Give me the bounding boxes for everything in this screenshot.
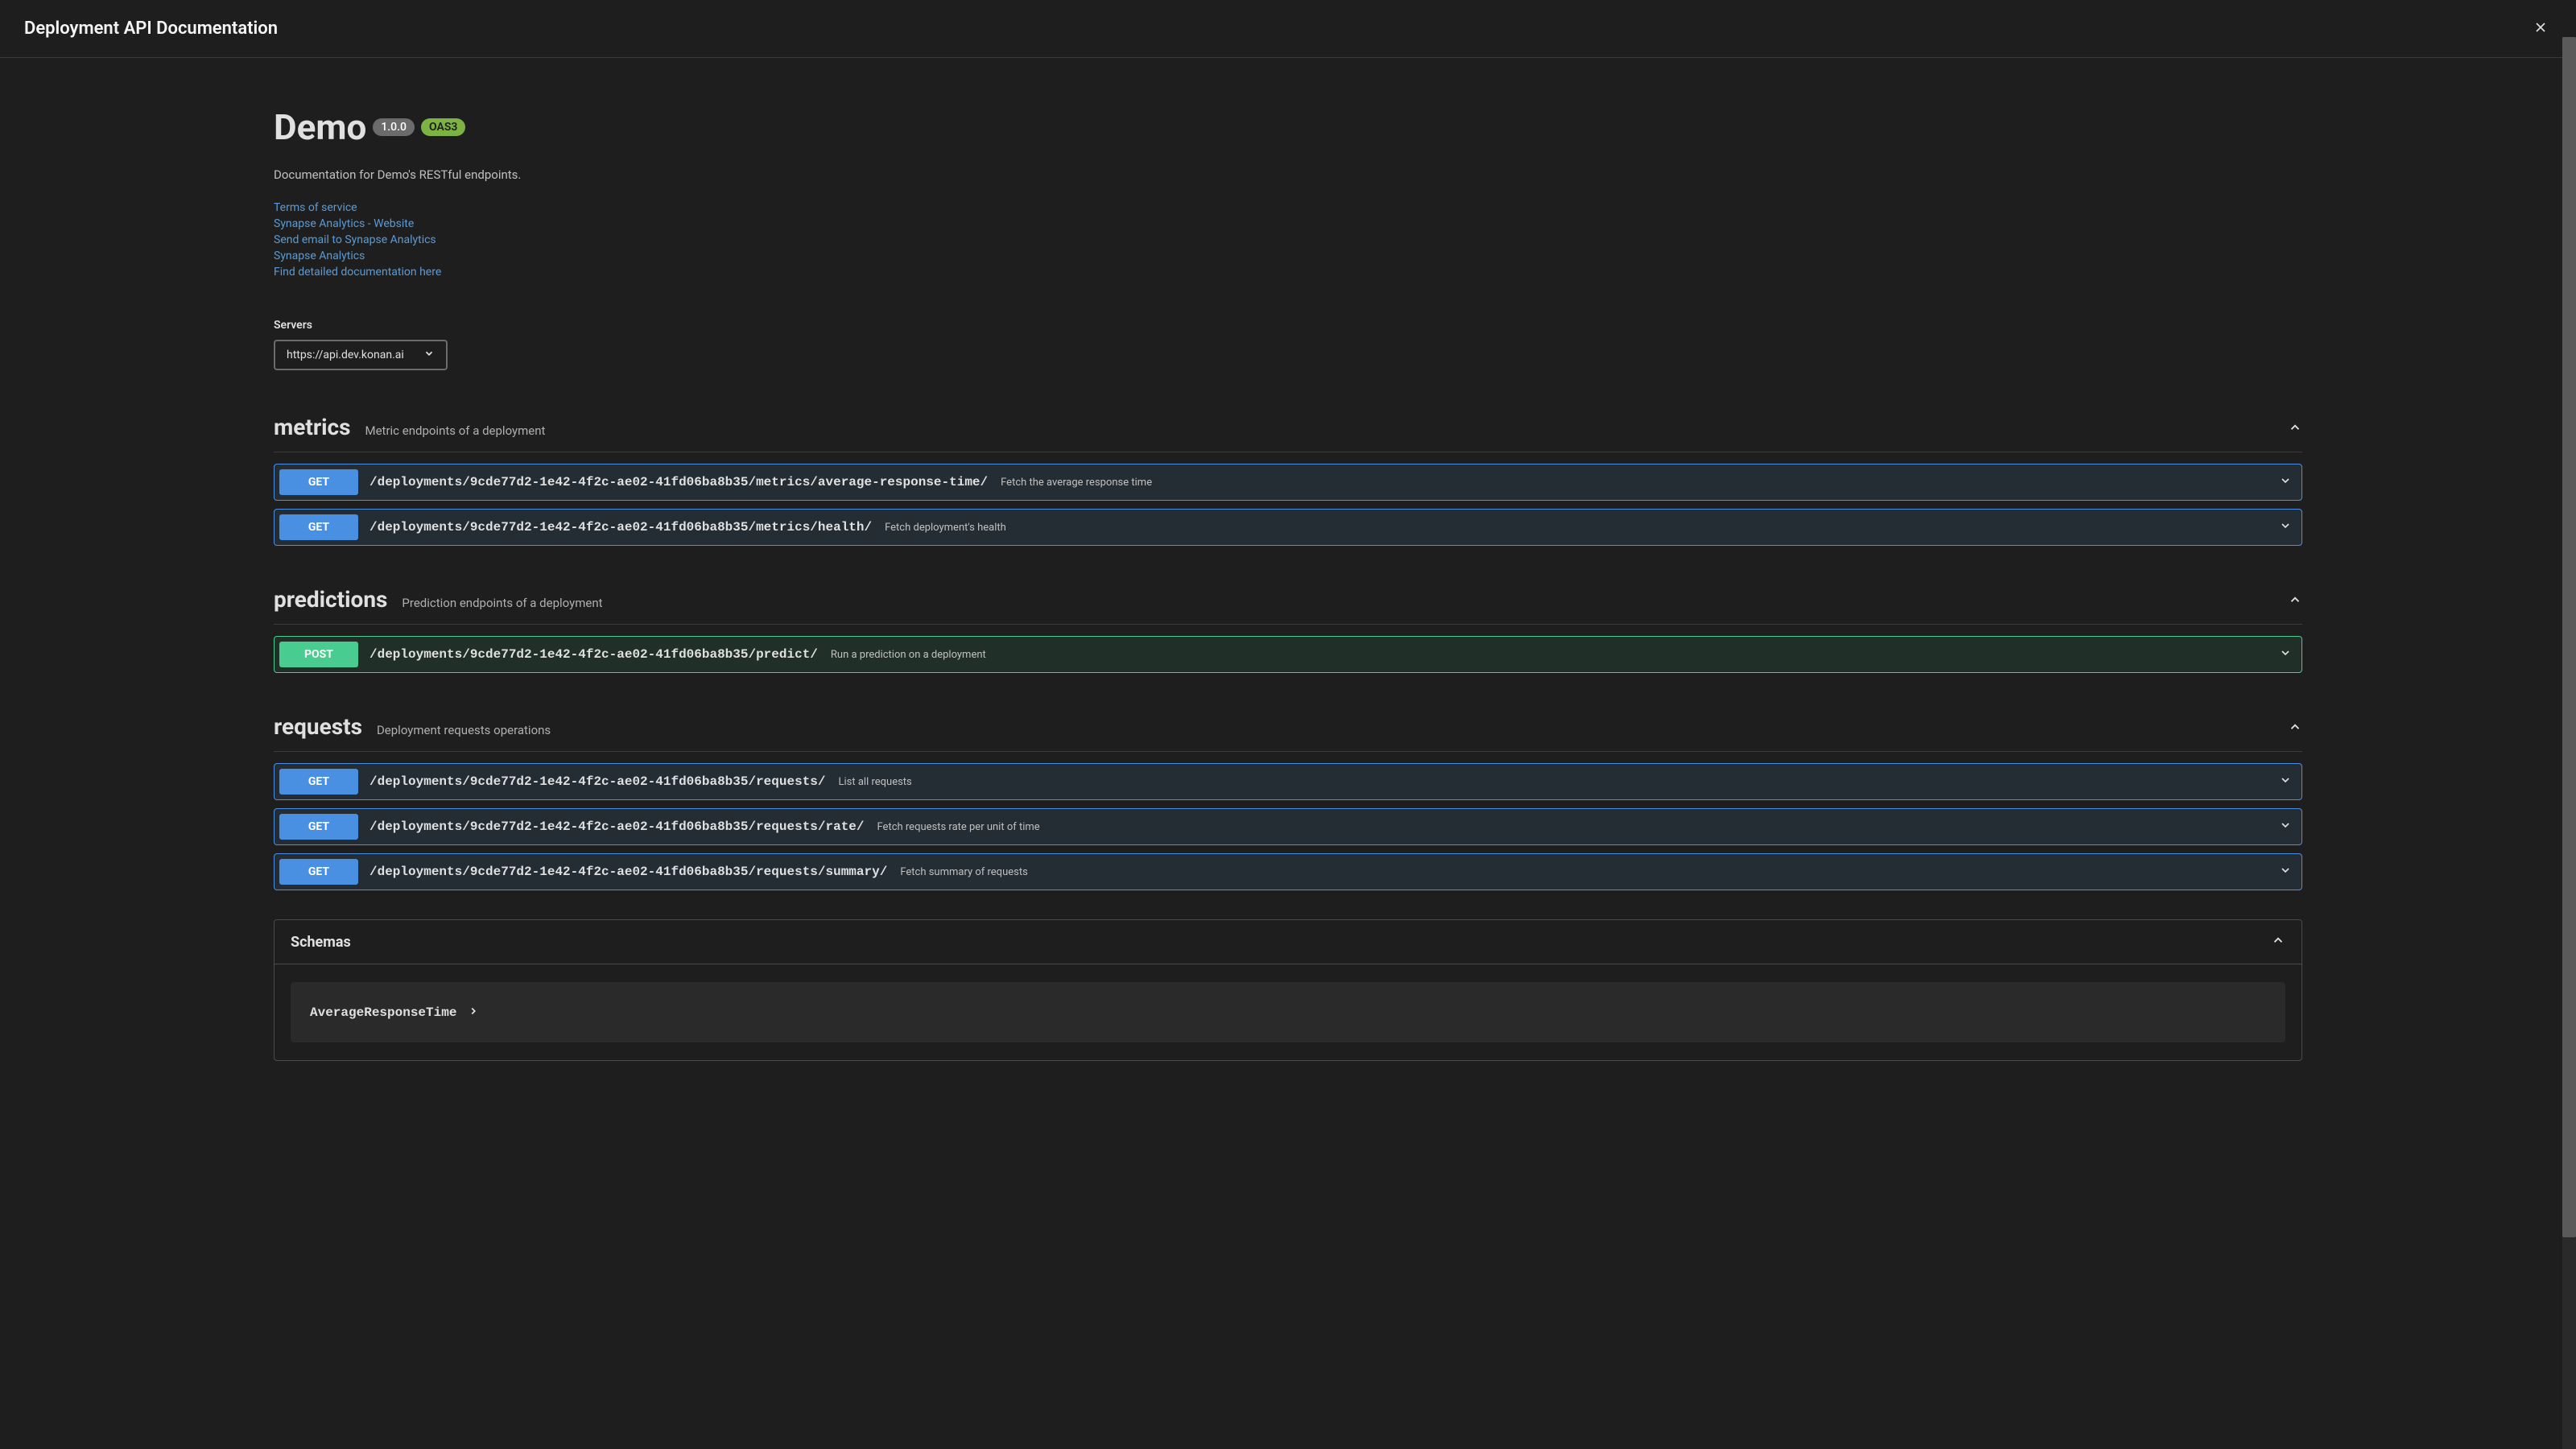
endpoint-list-metrics: GET /deployments/9cde77d2-1e42-4f2c-ae02… [274, 464, 2302, 546]
method-badge-get: GET [279, 469, 358, 495]
method-badge-get: GET [279, 814, 358, 840]
server-selected-value: https://api.dev.konan.ai [287, 349, 404, 361]
section-name: metrics [274, 414, 350, 440]
chevron-down-icon [2279, 519, 2292, 535]
api-title-row: Demo 1.0.0 OAS3 [274, 106, 2302, 148]
endpoint-desc: Fetch requests rate per unit of time [877, 821, 2280, 833]
page-title: Deployment API Documentation [24, 19, 278, 39]
external-docs-link[interactable]: Find detailed documentation here [274, 266, 2302, 279]
chevron-down-icon [2279, 474, 2292, 490]
section-desc: Prediction endpoints of a deployment [402, 596, 602, 610]
section-header-requests[interactable]: requests Deployment requests operations [274, 702, 2302, 751]
endpoint-desc: Fetch the average response time [1001, 477, 2279, 489]
version-badge: 1.0.0 [373, 118, 415, 136]
terms-of-service-link[interactable]: Terms of service [274, 201, 2302, 214]
method-badge-get: GET [279, 859, 358, 885]
endpoint-path: /deployments/9cde77d2-1e42-4f2c-ae02-41f… [369, 865, 887, 879]
method-badge-post: POST [279, 642, 358, 667]
section-desc: Metric endpoints of a deployment [365, 423, 545, 438]
endpoint-desc: Fetch deployment's health [885, 522, 2279, 534]
section-title-group: predictions Prediction endpoints of a de… [274, 586, 603, 613]
schemas-section: Schemas AverageResponseTime [274, 919, 2302, 1061]
endpoint-path: /deployments/9cde77d2-1e42-4f2c-ae02-41f… [369, 647, 818, 662]
endpoint-row[interactable]: GET /deployments/9cde77d2-1e42-4f2c-ae02… [274, 763, 2302, 800]
website-link[interactable]: Synapse Analytics - Website [274, 217, 2302, 230]
main-content: Demo 1.0.0 OAS3 Documentation for Demo's… [0, 58, 2576, 1093]
api-description: Documentation for Demo's RESTful endpoin… [274, 167, 2302, 182]
schema-name: AverageResponseTime [310, 1005, 456, 1020]
endpoint-list-requests: GET /deployments/9cde77d2-1e42-4f2c-ae02… [274, 763, 2302, 890]
chevron-up-icon [2271, 933, 2285, 951]
endpoint-desc: List all requests [839, 776, 2280, 788]
oas-badge: OAS3 [421, 118, 465, 136]
chevron-down-icon [2279, 646, 2292, 663]
endpoint-path: /deployments/9cde77d2-1e42-4f2c-ae02-41f… [369, 475, 988, 489]
endpoint-path: /deployments/9cde77d2-1e42-4f2c-ae02-41f… [369, 520, 872, 535]
chevron-up-icon [2288, 592, 2302, 610]
section-divider [274, 751, 2302, 752]
chevron-up-icon [2288, 720, 2302, 737]
schema-item[interactable]: AverageResponseTime [291, 982, 2285, 1042]
chevron-down-icon [2279, 819, 2292, 835]
license-link[interactable]: Synapse Analytics [274, 250, 2302, 262]
section-title-group: metrics Metric endpoints of a deployment [274, 414, 545, 440]
link-list: Terms of service Synapse Analytics - Web… [274, 201, 2302, 279]
close-icon [2533, 26, 2549, 38]
endpoint-row[interactable]: GET /deployments/9cde77d2-1e42-4f2c-ae02… [274, 853, 2302, 890]
section-name: predictions [274, 586, 387, 613]
section-divider [274, 624, 2302, 625]
server-select[interactable]: https://api.dev.konan.ai [274, 340, 448, 370]
endpoint-row[interactable]: POST /deployments/9cde77d2-1e42-4f2c-ae0… [274, 636, 2302, 673]
method-badge-get: GET [279, 514, 358, 540]
section-header-metrics[interactable]: metrics Metric endpoints of a deployment [274, 402, 2302, 452]
endpoint-desc: Fetch summary of requests [900, 866, 2279, 878]
endpoint-desc: Run a prediction on a deployment [831, 649, 2279, 661]
section-desc: Deployment requests operations [377, 723, 551, 737]
scrollbar[interactable] [2562, 37, 2576, 1449]
contact-email-link[interactable]: Send email to Synapse Analytics [274, 233, 2302, 246]
chevron-down-icon [2279, 774, 2292, 790]
servers-section: Servers https://api.dev.konan.ai [274, 319, 2302, 370]
method-badge-get: GET [279, 769, 358, 795]
endpoint-row[interactable]: GET /deployments/9cde77d2-1e42-4f2c-ae02… [274, 509, 2302, 546]
schemas-title: Schemas [291, 934, 351, 951]
servers-label: Servers [274, 319, 2302, 332]
endpoint-list-predictions: POST /deployments/9cde77d2-1e42-4f2c-ae0… [274, 636, 2302, 673]
section-header-predictions[interactable]: predictions Prediction endpoints of a de… [274, 575, 2302, 624]
endpoint-row[interactable]: GET /deployments/9cde77d2-1e42-4f2c-ae02… [274, 464, 2302, 501]
api-name: Demo [274, 106, 366, 148]
section-name: requests [274, 713, 362, 740]
endpoint-path: /deployments/9cde77d2-1e42-4f2c-ae02-41f… [369, 774, 826, 789]
endpoint-row[interactable]: GET /deployments/9cde77d2-1e42-4f2c-ae02… [274, 808, 2302, 845]
header-bar: Deployment API Documentation [0, 0, 2576, 58]
chevron-right-icon [468, 1005, 479, 1020]
chevron-down-icon [423, 348, 435, 362]
chevron-up-icon [2288, 420, 2302, 438]
schemas-header[interactable]: Schemas [275, 920, 2301, 964]
scrollbar-thumb[interactable] [2562, 37, 2576, 1237]
close-button[interactable] [2529, 16, 2552, 41]
endpoint-path: /deployments/9cde77d2-1e42-4f2c-ae02-41f… [369, 819, 865, 834]
section-title-group: requests Deployment requests operations [274, 713, 551, 740]
chevron-down-icon [2279, 864, 2292, 880]
